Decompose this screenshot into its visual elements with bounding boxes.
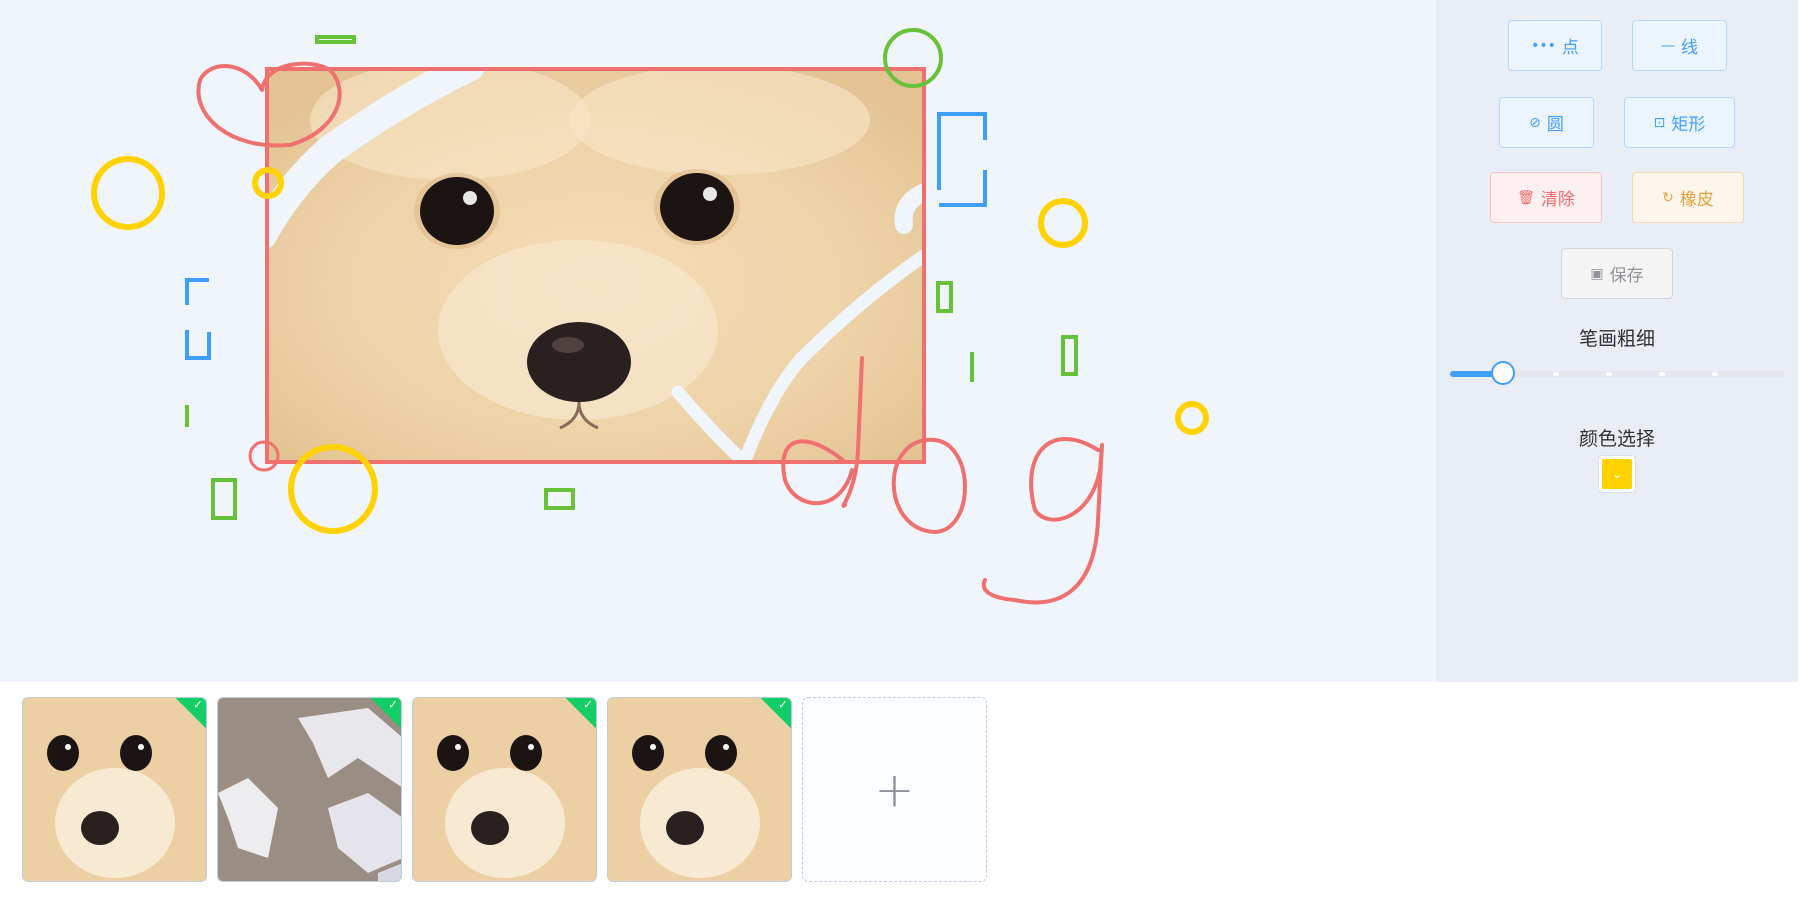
eraser-button-label: 橡皮 [1679, 190, 1714, 210]
check-icon: ✓ [582, 697, 593, 712]
clear-button[interactable]: 🗑 清除 [1490, 172, 1602, 223]
thumbnail-image [23, 698, 206, 881]
eraser-button[interactable]: ↻ 橡皮 [1632, 172, 1744, 223]
save-button[interactable]: ▣ 保存 [1561, 248, 1673, 299]
upload-button[interactable]: + [802, 697, 987, 882]
crop-icon: ⊡ [1653, 114, 1666, 131]
line-button-label: 线 [1681, 38, 1698, 58]
thumbnail-item[interactable]: ✓ [412, 697, 597, 882]
slider-stop [1659, 372, 1665, 376]
clear-button-label: 清除 [1540, 190, 1575, 210]
color-select-label: 颜色选择 [1578, 428, 1655, 450]
drawing-canvas[interactable] [0, 0, 1436, 682]
slider-handle[interactable] [1491, 361, 1515, 385]
color-swatch: ⌄ [1602, 459, 1632, 489]
slider-stop [1712, 372, 1718, 376]
point-button-label: 点 [1561, 38, 1579, 58]
slider-stop [1553, 372, 1559, 376]
slider-stop [1606, 372, 1612, 376]
canvas-drawing-layer[interactable] [0, 0, 1436, 682]
thumbnail-item[interactable]: ✓ [607, 697, 792, 882]
stroke-width-slider[interactable] [1450, 361, 1785, 385]
rect-button-label: 矩形 [1671, 115, 1706, 135]
stroke-width-label: 笔画粗细 [1578, 328, 1655, 350]
save-button-label: 保存 [1609, 266, 1644, 286]
thumbnail-image [218, 698, 401, 881]
picture-icon: ▣ [1590, 265, 1604, 282]
check-icon: ✓ [192, 697, 203, 712]
thumbnail-item[interactable]: ✓ [217, 697, 402, 882]
more-dots-icon: ••• [1531, 37, 1556, 54]
plus-icon: + [874, 761, 915, 818]
color-picker[interactable]: ⌄ [1598, 455, 1636, 493]
check-icon: ✓ [777, 697, 788, 712]
point-button[interactable]: ••• 点 [1508, 20, 1602, 71]
rect-button[interactable]: ⊡ 矩形 [1624, 97, 1735, 148]
delete-icon: 🗑 [1517, 189, 1535, 206]
refresh-icon: ↻ [1662, 189, 1674, 206]
check-icon: ✓ [387, 697, 398, 712]
sidebar-scrollbar[interactable] [1798, 0, 1808, 682]
minus-icon: — [1661, 37, 1675, 54]
circle-check-icon: ⊘ [1529, 114, 1541, 131]
thumbnail-item[interactable]: ✓ [22, 697, 207, 882]
thumbnail-image [413, 698, 596, 881]
circle-button-label: 圆 [1546, 115, 1564, 135]
circle-button[interactable]: ⊘ 圆 [1499, 97, 1594, 148]
line-button[interactable]: — 线 [1632, 20, 1727, 71]
thumbnail-image [608, 698, 791, 881]
chevron-down-icon: ⌄ [1611, 467, 1623, 481]
